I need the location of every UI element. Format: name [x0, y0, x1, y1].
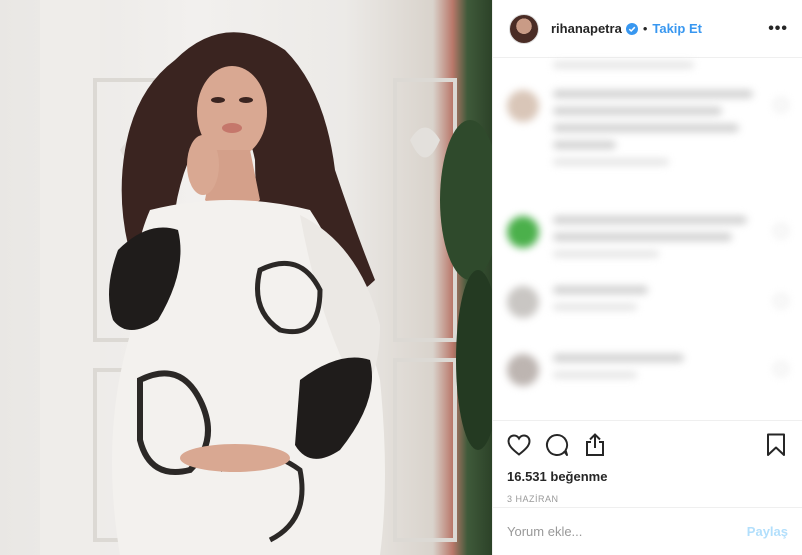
like-button[interactable]: [507, 433, 531, 457]
comment-icon: [546, 433, 569, 456]
share-button[interactable]: [583, 433, 607, 457]
post-date[interactable]: 3 HAZİRAN: [507, 494, 788, 504]
separator-dot: •: [642, 21, 648, 36]
post-comment-button[interactable]: Paylaş: [747, 524, 788, 539]
share-icon: [586, 433, 604, 456]
list-item: [507, 90, 788, 174]
avatar[interactable]: [509, 13, 539, 44]
photo-illustration: [40, 0, 492, 555]
action-icons: [507, 431, 788, 459]
comment-button[interactable]: [545, 433, 569, 457]
list-item: [507, 216, 788, 266]
post-photo[interactable]: [0, 0, 492, 555]
save-button[interactable]: [764, 433, 788, 457]
heart-icon: [507, 434, 531, 456]
list-item: [507, 62, 788, 77]
more-options-icon[interactable]: •••: [768, 20, 788, 38]
username-link[interactable]: rihanapetra: [551, 21, 622, 36]
comments-list: [493, 58, 802, 420]
bookmark-icon: [767, 433, 785, 456]
list-item: [507, 354, 788, 387]
post-side-panel: rihanapetra • Takip Et ••• 16.531 beğenm…: [492, 0, 802, 555]
like-count[interactable]: 16.531 beğenme: [507, 469, 788, 484]
comment-input[interactable]: [507, 524, 747, 539]
list-item: [507, 286, 788, 319]
add-comment-bar: Paylaş: [493, 507, 802, 555]
verified-badge-icon: [625, 22, 638, 35]
post-header: rihanapetra • Takip Et •••: [493, 0, 802, 58]
post-actions: 16.531 beğenme 3 HAZİRAN: [493, 420, 802, 504]
follow-button[interactable]: Takip Et: [652, 21, 702, 36]
